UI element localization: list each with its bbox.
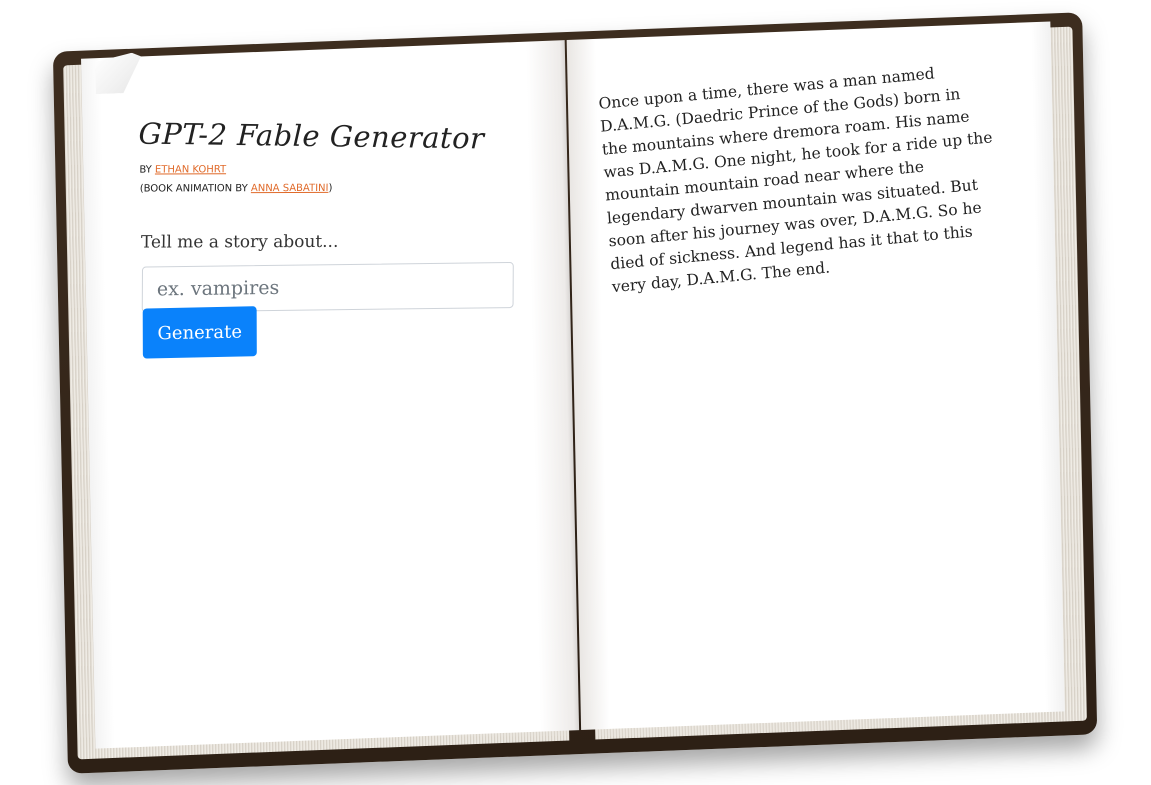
- page-curl-corner: [95, 52, 142, 94]
- open-book: GPT-2 Fable Generator By Ethan Kohrt (Bo…: [52, 12, 1098, 774]
- page-title: GPT-2 Fable Generator: [138, 116, 486, 156]
- author-byline: By Ethan Kohrt: [139, 163, 527, 175]
- right-page: Once upon a time, there was a man named …: [566, 21, 1065, 731]
- prompt-label: Tell me a story about...: [140, 231, 339, 253]
- left-page: GPT-2 Fable Generator By Ethan Kohrt (Bo…: [81, 40, 580, 749]
- story-text: Once upon a time, there was a man named …: [597, 64, 994, 297]
- byline-prefix: By: [139, 164, 152, 176]
- story-topic-input[interactable]: [141, 262, 514, 313]
- animation-credit-suffix: ): [328, 182, 333, 194]
- animation-credit-prefix: (Book animation by: [139, 183, 248, 195]
- animator-link[interactable]: Anna Sabatini: [251, 183, 329, 194]
- animation-credit: (Book animation by Anna Sabatini): [139, 182, 528, 195]
- stage: GPT-2 Fable Generator By Ethan Kohrt (Bo…: [0, 0, 1151, 785]
- generate-button[interactable]: Generate: [142, 306, 257, 359]
- author-link[interactable]: Ethan Kohrt: [155, 164, 226, 175]
